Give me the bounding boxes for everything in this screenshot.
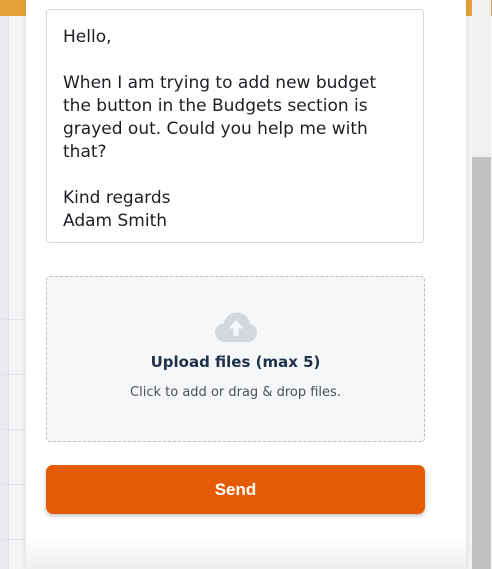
background-divider [0, 484, 26, 485]
background-divider [0, 539, 26, 540]
message-textarea[interactable]: Hello, When I am trying to add new budge… [46, 9, 424, 243]
file-upload-dropzone[interactable]: Upload files (max 5) Click to add or dra… [46, 276, 425, 442]
background-divider [0, 374, 26, 375]
scrollbar-thumb[interactable] [472, 157, 491, 569]
background-divider [0, 429, 26, 430]
support-request-modal: Hello, When I am trying to add new budge… [26, 0, 491, 569]
background-header-bar [0, 0, 26, 16]
background-divider [0, 319, 26, 320]
cloud-upload-icon [215, 312, 257, 342]
upload-title: Upload files (max 5) [150, 353, 321, 371]
upload-hint: Click to add or drag & drop files. [130, 385, 341, 400]
send-button[interactable]: Send [46, 465, 425, 514]
